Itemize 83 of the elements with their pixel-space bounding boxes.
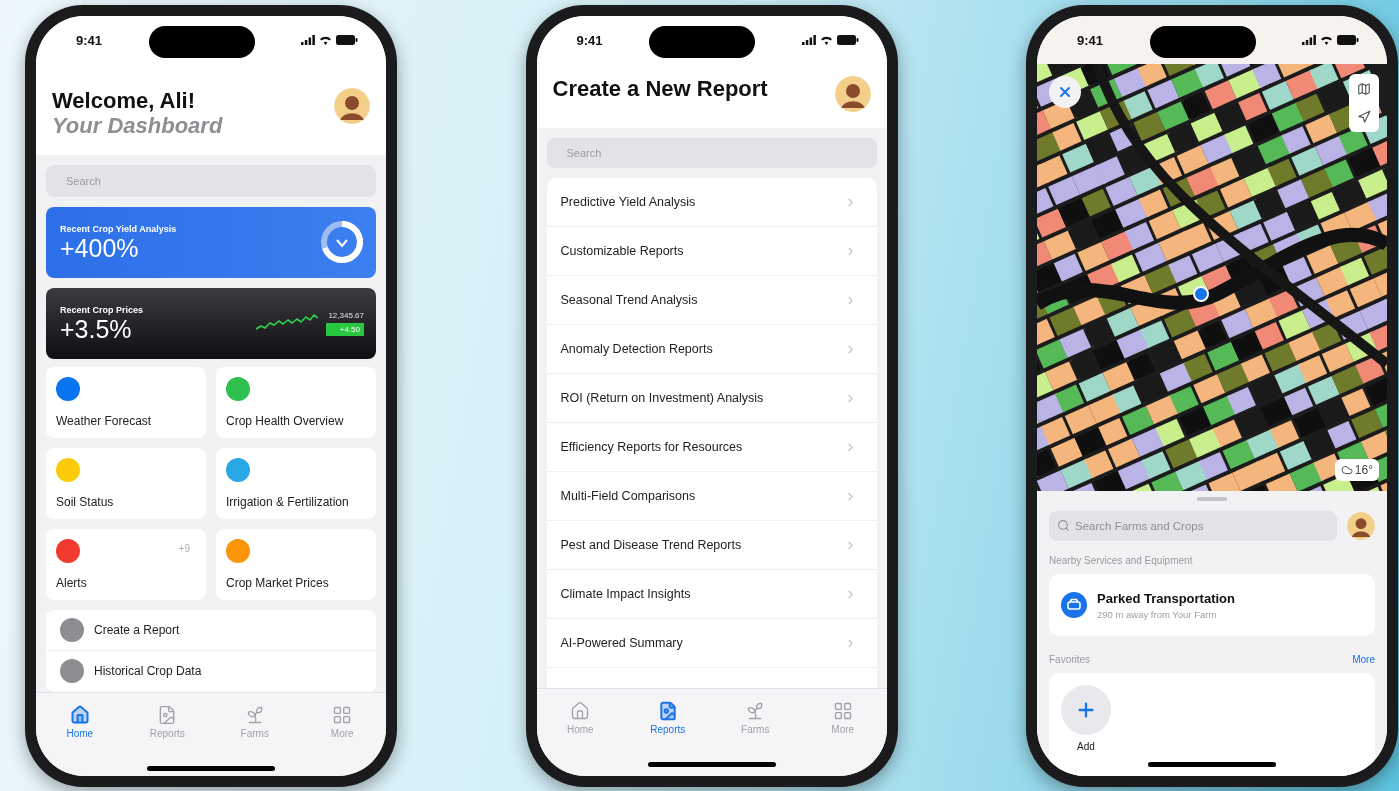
section-heading: Nearby Services and Equipment — [1049, 555, 1193, 566]
list-item[interactable]: ROI (Return on Investment) Analysis — [560, 391, 764, 405]
status-time: 9:41 — [1077, 32, 1104, 48]
home-icon — [69, 704, 90, 725]
list-item[interactable]: Multi-Field Comparisons — [560, 489, 696, 503]
farm-map-drawing[interactable] — [1037, 64, 1387, 491]
list-item[interactable]: Climate Impact Insights — [560, 587, 691, 601]
add-label: Add — [1077, 741, 1095, 752]
ring-chart-icon — [320, 220, 364, 265]
section-heading: Favorites — [1049, 654, 1091, 665]
location-arrow-icon — [1357, 110, 1371, 124]
card-label: Recent Crop Yield Analysis — [60, 223, 177, 234]
dashboard-tile[interactable]: Soil Status — [46, 447, 206, 519]
add-button[interactable] — [1061, 685, 1111, 735]
reports-icon — [657, 701, 678, 721]
price-value: 12,345.67 — [328, 310, 364, 320]
tile-label: Soil Status — [56, 494, 115, 509]
battery-icon — [336, 35, 358, 45]
list-item[interactable]: Anomaly Detection Reports — [560, 342, 713, 356]
dashboard-tile[interactable]: Crop Market Prices — [216, 528, 376, 600]
map-mode-button[interactable] — [1357, 82, 1371, 96]
home-icon — [570, 701, 591, 721]
more-link[interactable]: More — [1352, 654, 1375, 665]
wifi-icon — [319, 35, 332, 45]
temperature: 16° — [1354, 463, 1373, 477]
wifi-icon — [1320, 35, 1333, 45]
search-icon — [1057, 519, 1070, 532]
dashboard-tile[interactable]: +9 Alerts — [46, 528, 206, 600]
search-field[interactable]: Search Farms and Crops — [1049, 511, 1337, 541]
price-change: +4.50 — [325, 322, 364, 336]
place-title: Parked Transportation — [1097, 590, 1235, 606]
sheet-handle[interactable] — [1197, 497, 1227, 501]
list-dot-icon — [60, 617, 84, 642]
list-item[interactable]: Create a Report — [94, 622, 180, 637]
search-field[interactable]: Search — [46, 164, 376, 197]
tile-label: Alerts — [56, 575, 88, 590]
page-title: Create a New Report — [552, 76, 768, 102]
yield-card[interactable]: Recent Crop Yield Analysis +400% — [46, 206, 376, 278]
list-item[interactable]: Pest and Disease Trend Reports — [560, 538, 742, 552]
sparkline — [255, 314, 318, 333]
dashboard-subtitle: Your Dashboard — [52, 113, 223, 139]
tile-label: Crop Health Overview — [226, 413, 345, 428]
tab[interactable]: Home — [36, 702, 124, 741]
battery-icon — [1337, 35, 1359, 45]
list-item[interactable]: Seasonal Trend Analysis — [560, 293, 698, 307]
avatar[interactable] — [1347, 512, 1375, 540]
battery-icon — [836, 35, 859, 45]
welcome-title: Welcome, Ali! — [52, 88, 197, 114]
tile-label: Weather Forecast — [56, 413, 153, 428]
dashboard-tile[interactable]: Irrigation & Fertilization — [216, 447, 376, 519]
tile-label: Irrigation & Fertilization — [226, 494, 350, 509]
card-value: +3.5% — [60, 316, 133, 342]
more-icon — [832, 701, 853, 721]
dashboard-tile[interactable]: Weather Forecast — [46, 366, 206, 438]
place-distance: 290 m away from Your Farm — [1097, 608, 1218, 620]
list-item[interactable]: AI-Powered Summary — [560, 636, 683, 650]
prices-card[interactable]: Recent Crop Prices +3.5% 12,345.67 +4.50 — [46, 287, 376, 359]
list-dot-icon — [60, 659, 84, 684]
alert-count: +9 — [178, 542, 190, 554]
search-field[interactable]: Search — [546, 138, 877, 168]
list-item[interactable]: Efficiency Reports for Resources — [560, 440, 743, 454]
signal-icon — [301, 35, 315, 45]
close-icon — [1057, 84, 1073, 100]
status-time: 9:41 — [76, 32, 103, 48]
map-icon — [1357, 82, 1371, 96]
list-item[interactable]: Customizable Reports — [560, 244, 684, 258]
avatar[interactable] — [834, 76, 871, 112]
more-icon — [332, 704, 353, 725]
dashboard-tile[interactable]: Crop Health Overview — [216, 366, 376, 438]
signal-icon — [1302, 35, 1316, 45]
tab[interactable]: Reports — [624, 699, 712, 737]
locate-button[interactable] — [1357, 110, 1371, 124]
avatar[interactable] — [334, 88, 370, 124]
signal-icon — [801, 35, 816, 45]
card-value: +400% — [60, 235, 139, 261]
cloud-icon — [1340, 464, 1353, 476]
list-item[interactable]: Historical Crop Data — [94, 664, 202, 679]
status-time: 9:41 — [576, 32, 603, 48]
tile-label: Crop Market Prices — [226, 575, 330, 590]
card-label: Recent Crop Prices — [60, 304, 144, 315]
wifi-icon — [819, 35, 833, 45]
place-card[interactable]: Parked Transportation 290 m away from Your Farm — [1049, 574, 1375, 636]
list-item[interactable]: Predictive Yield Analysis — [560, 195, 696, 209]
